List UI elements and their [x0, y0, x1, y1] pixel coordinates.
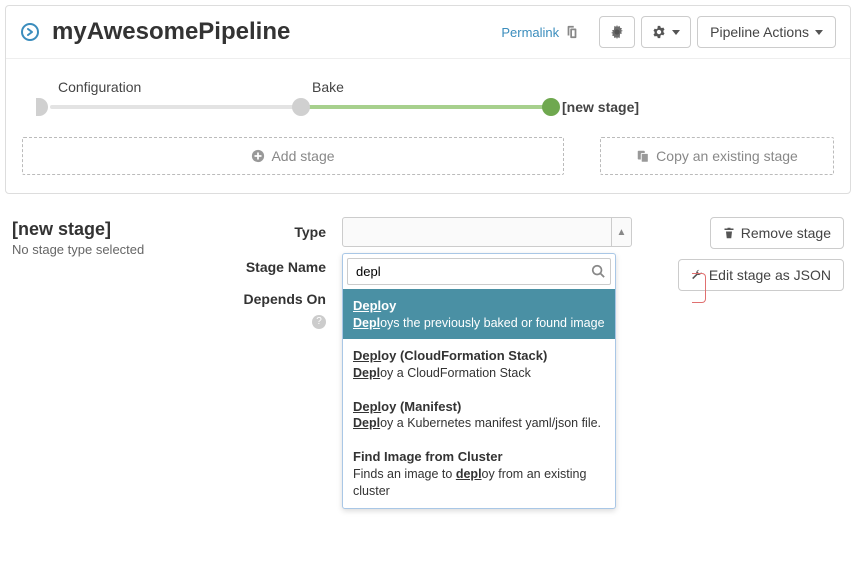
stage-label-new[interactable]: [new stage]: [562, 99, 639, 115]
caret-down-icon: [815, 30, 823, 35]
select-arrow-icon: ▲: [611, 218, 631, 246]
stage-subtext: No stage type selected: [12, 242, 212, 257]
stage-editor: [new stage] No stage type selected Type …: [0, 199, 856, 349]
caret-down-icon: [672, 30, 680, 35]
gear-solid-icon: [610, 25, 624, 39]
add-stage-button[interactable]: Add stage: [22, 137, 564, 175]
row-type: Type ▲: [212, 217, 632, 247]
help-icon[interactable]: ?: [312, 315, 326, 329]
stage-side-actions: Remove stage Edit stage as JSON: [644, 217, 844, 329]
depends-help: ?: [212, 311, 342, 329]
dropdown-item[interactable]: Deploy (Manifest)Deploy a Kubernetes man…: [343, 390, 615, 440]
stage-label-config[interactable]: Configuration: [58, 79, 141, 95]
configure-button[interactable]: [599, 16, 635, 48]
pipeline-panel: myAwesomePipeline Permalink Pipeline Act…: [5, 5, 851, 194]
type-dropdown: DeployDeploys the previously baked or fo…: [342, 253, 616, 509]
label-stage-name: Stage Name: [212, 259, 342, 275]
stage-action-row: Add stage Copy an existing stage: [22, 137, 834, 175]
pipeline-body: Configuration Bake [new stage] Add stage…: [6, 59, 850, 193]
copy-stage-label: Copy an existing stage: [656, 148, 798, 164]
dropdown-search-input[interactable]: [347, 258, 611, 285]
dropdown-item[interactable]: Find Image from ClusterFinds an image to…: [343, 440, 615, 507]
stage-summary: [new stage] No stage type selected: [12, 217, 212, 329]
collapse-icon[interactable]: [20, 22, 40, 42]
stage-form: Type ▲ DeployDeploys the previously bake…: [212, 217, 632, 329]
remove-stage-button[interactable]: Remove stage: [710, 217, 844, 249]
plus-circle-icon: [251, 149, 265, 163]
settings-dropdown-button[interactable]: [641, 16, 691, 48]
add-stage-label: Add stage: [271, 148, 334, 164]
label-type: Type: [212, 224, 342, 240]
stage-node-config[interactable]: [36, 98, 48, 116]
pipeline-header: myAwesomePipeline Permalink Pipeline Act…: [6, 6, 850, 59]
edit-json-label: Edit stage as JSON: [709, 267, 831, 283]
copy-stage-button[interactable]: Copy an existing stage: [600, 137, 834, 175]
permalink-label: Permalink: [501, 25, 559, 40]
type-select[interactable]: ▲: [342, 217, 632, 247]
trash-icon: [723, 227, 735, 239]
track-segment-active: [304, 105, 554, 109]
dropdown-item[interactable]: DeployDeploys the previously baked or fo…: [343, 289, 615, 339]
pipeline-actions-button[interactable]: Pipeline Actions: [697, 16, 836, 48]
permalink-link[interactable]: Permalink: [501, 25, 579, 40]
track-segment: [50, 105, 300, 109]
remove-stage-label: Remove stage: [741, 225, 831, 241]
copy-icon: [636, 149, 650, 163]
stage-node-bake[interactable]: [292, 98, 310, 116]
search-icon: [591, 264, 605, 278]
stage-node-new[interactable]: [542, 98, 560, 116]
pipeline-title: myAwesomePipeline: [52, 18, 290, 46]
label-depends: Depends On: [212, 287, 342, 307]
dropdown-list[interactable]: DeployDeploys the previously baked or fo…: [343, 289, 615, 508]
pipeline-actions-label: Pipeline Actions: [710, 24, 809, 40]
stage-name-input-edge[interactable]: [692, 273, 706, 303]
dropdown-item[interactable]: Deploy (CloudFormation Stack)Deploy a Cl…: [343, 339, 615, 389]
clipboard-icon: [565, 25, 579, 39]
gear-icon: [652, 25, 666, 39]
stage-heading: [new stage]: [12, 219, 212, 240]
dropdown-search: [343, 254, 615, 289]
stage-label-bake[interactable]: Bake: [312, 79, 344, 95]
stages-graph: Configuration Bake [new stage]: [22, 79, 834, 119]
